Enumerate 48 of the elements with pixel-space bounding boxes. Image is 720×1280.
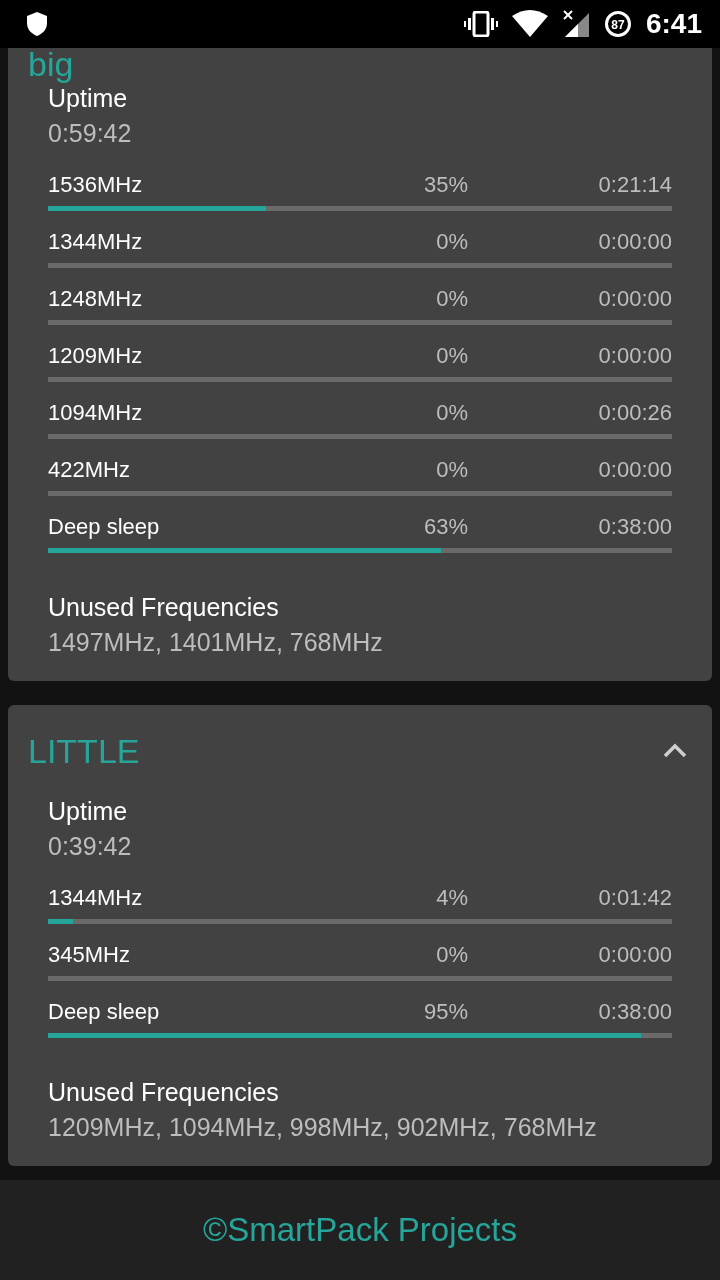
uptime-value: 0:59:42 [48,119,133,148]
unused-value: 1209MHz, 1094MHz, 998MHz, 902MHz, 768MHz [48,1113,598,1142]
percent-value: 35% [422,172,468,198]
time-value: 0:00:00 [597,942,672,968]
signal-icon [561,10,590,38]
uptime-label: Uptime [48,797,129,826]
uptime-value: 0:39:42 [48,832,133,861]
time-value: 0:01:42 [597,885,672,911]
percent-value: 0% [435,400,468,426]
wifi-icon [511,10,548,38]
percent-value: 0% [435,457,468,483]
chevron-icon [662,743,688,759]
cluster-title: big [28,45,74,84]
frequency-label: 1209MHz [48,343,144,369]
time-value: 0:00:00 [597,229,672,255]
percent-value: 0% [435,229,468,255]
cluster-title: LITTLE [28,731,140,771]
frequency-label: Deep sleep [48,514,161,540]
percent-value: 4% [435,885,468,911]
frequency-label: 1248MHz [48,286,144,312]
frequency-label: Deep sleep [48,999,161,1025]
footer-credit: ©SmartPack Projects [202,1211,518,1249]
uptime-label: Uptime [48,84,129,113]
unused-label: Unused Frequencies [48,1078,280,1107]
frequency-label: 1536MHz [48,172,144,198]
time-value: 0:00:00 [597,286,672,312]
percent-value: 63% [422,514,468,540]
frequency-label: 422MHz [48,457,131,483]
percent-value: 0% [435,286,468,312]
time-value: 0:38:00 [597,999,672,1025]
shield-icon [26,11,48,37]
unused-value: 1497MHz, 1401MHz, 768MHz [48,628,384,657]
frequency-label: 1344MHz [48,885,144,911]
percent-value: 0% [435,343,468,369]
time-value: 0:38:00 [597,514,672,540]
time-value: 0:00:00 [597,457,672,483]
time-value: 0:00:00 [597,343,672,369]
battery-icon: 87 [603,10,632,38]
frequency-label: 345MHz [48,942,131,968]
unused-label: Unused Frequencies [48,593,280,622]
frequency-label: 1094MHz [48,400,144,426]
time-value: 0:21:14 [597,172,672,198]
frequency-label: 1344MHz [48,229,144,255]
vibrate-icon [463,11,498,37]
percent-value: 95% [422,999,468,1025]
clock-time: 6:41 [645,8,702,40]
time-value: 0:00:26 [597,400,672,426]
percent-value: 0% [435,942,468,968]
